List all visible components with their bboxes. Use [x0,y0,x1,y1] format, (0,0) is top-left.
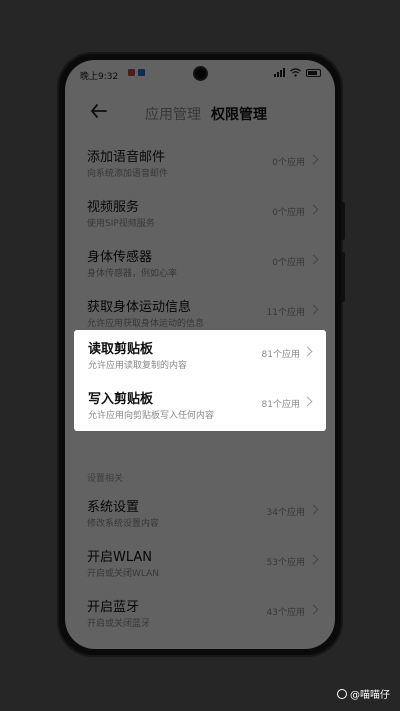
wifi-icon [290,68,301,77]
chevron-right-icon [308,604,319,615]
row-title: 写入剪贴板 [88,392,154,407]
row-subtitle: 开启或关闭WLAN [87,569,160,579]
app-count: 0个应用 [272,158,305,168]
back-arrow-icon[interactable] [89,101,109,121]
permission-row[interactable]: 添加语音邮件 向系统添加语音邮件 0个应用 [65,138,335,188]
chevron-right-icon [302,396,313,407]
watermark-logo-icon [337,688,347,699]
app-count: 43个应用 [266,608,305,618]
status-right-icons [274,68,321,77]
highlighted-clipboard-panel: 读取剪贴板 允许应用读取复制的内容 81个应用 写入剪贴板 允许应用向剪贴板写入… [74,330,326,431]
status-time: 晚上9:32 [80,72,119,82]
top-bar: 应用管理 权限管理 [65,96,335,126]
row-subtitle: 向系统添加语音邮件 [87,169,169,179]
app-notification-icon [128,69,135,76]
row-subtitle: 开启或关闭蓝牙 [87,619,151,629]
front-camera [195,68,206,79]
app-count: 53个应用 [266,558,305,568]
permission-row-read-clipboard[interactable]: 读取剪贴板 允许应用读取复制的内容 81个应用 [74,330,326,380]
app-count: 81个应用 [261,350,300,360]
notification-icons [128,69,145,76]
signal-icon [274,68,285,77]
row-subtitle: 修改系统设置内容 [87,519,160,529]
row-subtitle: 使用SIP视频服务 [87,219,155,229]
tab-permission-management[interactable]: 权限管理 [211,104,267,124]
app-count: 0个应用 [272,208,305,218]
row-subtitle: 允许应用获取身体运动的信息 [87,319,205,329]
row-title: 开启WLAN [87,550,153,565]
permission-row[interactable]: 系统设置 修改系统设置内容 34个应用 [65,488,335,538]
chevron-right-icon [302,346,313,357]
chevron-right-icon [308,154,319,165]
row-title: 视频服务 [87,200,140,215]
row-title: 身体传感器 [87,250,153,265]
watermark: @喵喵仔 [337,686,390,701]
row-title: 开启蓝牙 [87,600,140,615]
permission-row[interactable]: 开启WLAN 开启或关闭WLAN 53个应用 [65,538,335,588]
permission-row[interactable]: 视频服务 使用SIP视频服务 0个应用 [65,188,335,238]
app-count: 34个应用 [266,508,305,518]
permission-row-write-clipboard[interactable]: 写入剪贴板 允许应用向剪贴板写入任何内容 81个应用 [74,380,326,430]
row-subtitle: 身体传感器，例如心率 [87,269,178,279]
tab-app-management[interactable]: 应用管理 [145,104,201,124]
app-notification-icon [138,69,145,76]
row-subtitle: 允许应用读取复制的内容 [88,361,188,371]
section-header-settings: 设置相关 [87,474,124,484]
power-button [341,252,345,302]
battery-icon [306,68,321,77]
chevron-right-icon [308,554,319,565]
permission-row[interactable]: 身体传感器 身体传感器，例如心率 0个应用 [65,238,335,288]
app-count: 81个应用 [261,400,300,410]
row-title: 获取身体运动信息 [87,300,192,315]
row-subtitle: 允许应用向剪贴板写入任何内容 [88,411,215,421]
row-title: 添加语音邮件 [87,150,166,165]
chevron-right-icon [308,204,319,215]
volume-button [341,202,345,240]
app-count: 0个应用 [272,258,305,268]
row-title: 系统设置 [87,500,140,515]
app-count: 11个应用 [266,308,305,318]
permission-row[interactable]: 开启蓝牙 开启或关闭蓝牙 43个应用 [65,588,335,638]
row-title: 读取剪贴板 [88,342,154,357]
status-bar: 晚上9:32 [65,60,335,88]
chevron-right-icon [308,504,319,515]
watermark-text: @喵喵仔 [350,690,390,701]
chevron-right-icon [308,304,319,315]
chevron-right-icon [308,254,319,265]
